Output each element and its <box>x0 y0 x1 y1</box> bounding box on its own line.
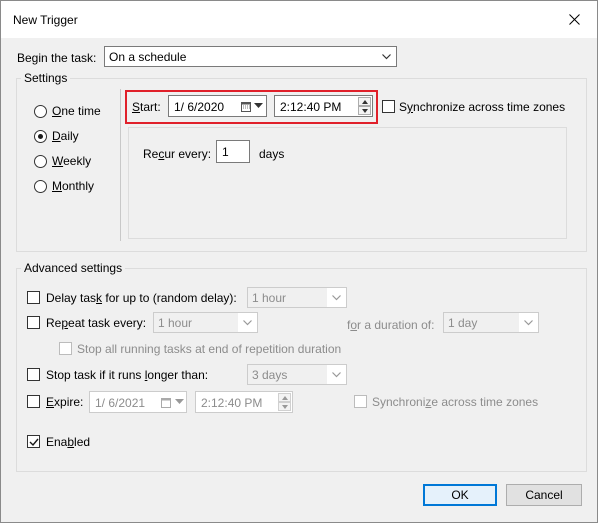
duration-dropdown[interactable]: 1 day <box>443 312 539 333</box>
radio-monthly-label[interactable]: Monthly <box>52 179 94 193</box>
new-trigger-dialog: New Trigger Begin the task: On a schedul… <box>0 0 598 523</box>
start-time-field[interactable]: 2:12:40 PM <box>274 95 373 117</box>
window-title: New Trigger <box>13 13 78 27</box>
cancel-button[interactable]: Cancel <box>506 484 582 506</box>
start-date-picker[interactable]: 1/ 6/2020 <box>168 95 267 117</box>
recur-panel <box>128 127 567 239</box>
close-icon <box>568 14 580 25</box>
expire-date-picker[interactable]: 1/ 6/2021 <box>89 391 187 413</box>
start-label: Start: <box>132 100 161 114</box>
chevron-down-icon <box>524 320 533 326</box>
begin-task-dropdown[interactable]: On a schedule <box>104 46 397 67</box>
expire-sync-label: Synchronize across time zones <box>372 395 539 409</box>
settings-group-title: Settings <box>21 71 71 85</box>
stop-task-checkbox[interactable] <box>27 368 40 381</box>
delay-task-dropdown[interactable]: 1 hour <box>247 287 347 308</box>
chevron-down-icon <box>243 320 252 326</box>
start-date-value: 1/ 6/2020 <box>174 100 225 114</box>
chevron-down-icon <box>382 54 391 60</box>
calendar-icon <box>161 398 171 408</box>
stop-task-dropdown[interactable]: 3 days <box>247 364 347 385</box>
repeat-task-label[interactable]: Repeat task every: <box>46 316 146 330</box>
sync-time-zones-checkbox[interactable] <box>382 100 395 113</box>
checkmark-icon <box>29 438 39 447</box>
chevron-down-icon <box>332 372 341 378</box>
chevron-down-icon <box>332 295 341 301</box>
expire-label[interactable]: Expire: <box>46 395 83 409</box>
begin-task-label: Begin the task: <box>17 51 97 65</box>
recur-label: Recur every: <box>143 147 212 161</box>
start-time-spin-up[interactable] <box>358 97 371 106</box>
triangle-up-icon <box>362 100 368 104</box>
radio-monthly[interactable] <box>34 180 47 193</box>
recur-every-input[interactable]: 1 <box>216 140 250 163</box>
radio-one-time-label[interactable]: One time <box>52 104 101 118</box>
settings-separator <box>120 89 121 241</box>
delay-task-label[interactable]: Delay task for up to (random delay): <box>46 291 237 305</box>
radio-weekly-label[interactable]: Weekly <box>52 154 91 168</box>
calendar-icon <box>241 102 251 112</box>
repeat-task-dropdown[interactable]: 1 hour <box>153 312 258 333</box>
start-time-value: 2:12:40 PM <box>280 100 342 114</box>
expire-time-spin-down[interactable] <box>278 402 291 411</box>
chevron-down-icon <box>254 103 263 108</box>
stop-task-label[interactable]: Stop task if it runs longer than: <box>46 368 208 382</box>
start-time-spin-down[interactable] <box>358 106 371 115</box>
chevron-down-icon <box>175 399 184 404</box>
expire-sync-checkbox[interactable] <box>354 395 367 408</box>
triangle-down-icon <box>282 405 288 409</box>
radio-daily[interactable] <box>34 130 47 143</box>
enabled-checkbox[interactable] <box>27 435 40 448</box>
triangle-up-icon <box>282 396 288 400</box>
ok-button[interactable]: OK <box>423 484 497 506</box>
advanced-settings-title: Advanced settings <box>21 261 126 275</box>
radio-one-time[interactable] <box>34 105 47 118</box>
sync-time-zones-label[interactable]: Synchronize across time zones <box>399 100 565 114</box>
radio-daily-label[interactable]: Daily <box>52 129 79 143</box>
expire-checkbox[interactable] <box>27 395 40 408</box>
stop-all-tasks-label: Stop all running tasks at end of repetit… <box>77 342 342 356</box>
expire-time-field[interactable]: 2:12:40 PM <box>195 391 293 413</box>
stop-all-tasks-checkbox[interactable] <box>59 342 72 355</box>
repeat-task-checkbox[interactable] <box>27 316 40 329</box>
radio-weekly[interactable] <box>34 155 47 168</box>
expire-time-spin-up[interactable] <box>278 393 291 402</box>
begin-task-value: On a schedule <box>109 50 187 64</box>
enabled-label[interactable]: Enabled <box>46 435 90 449</box>
recur-unit-label: days <box>259 147 285 161</box>
title-bar: New Trigger <box>1 1 597 38</box>
delay-task-checkbox[interactable] <box>27 291 40 304</box>
triangle-down-icon <box>362 109 368 113</box>
close-button[interactable] <box>551 1 597 38</box>
duration-label: for a duration of: <box>347 318 435 332</box>
